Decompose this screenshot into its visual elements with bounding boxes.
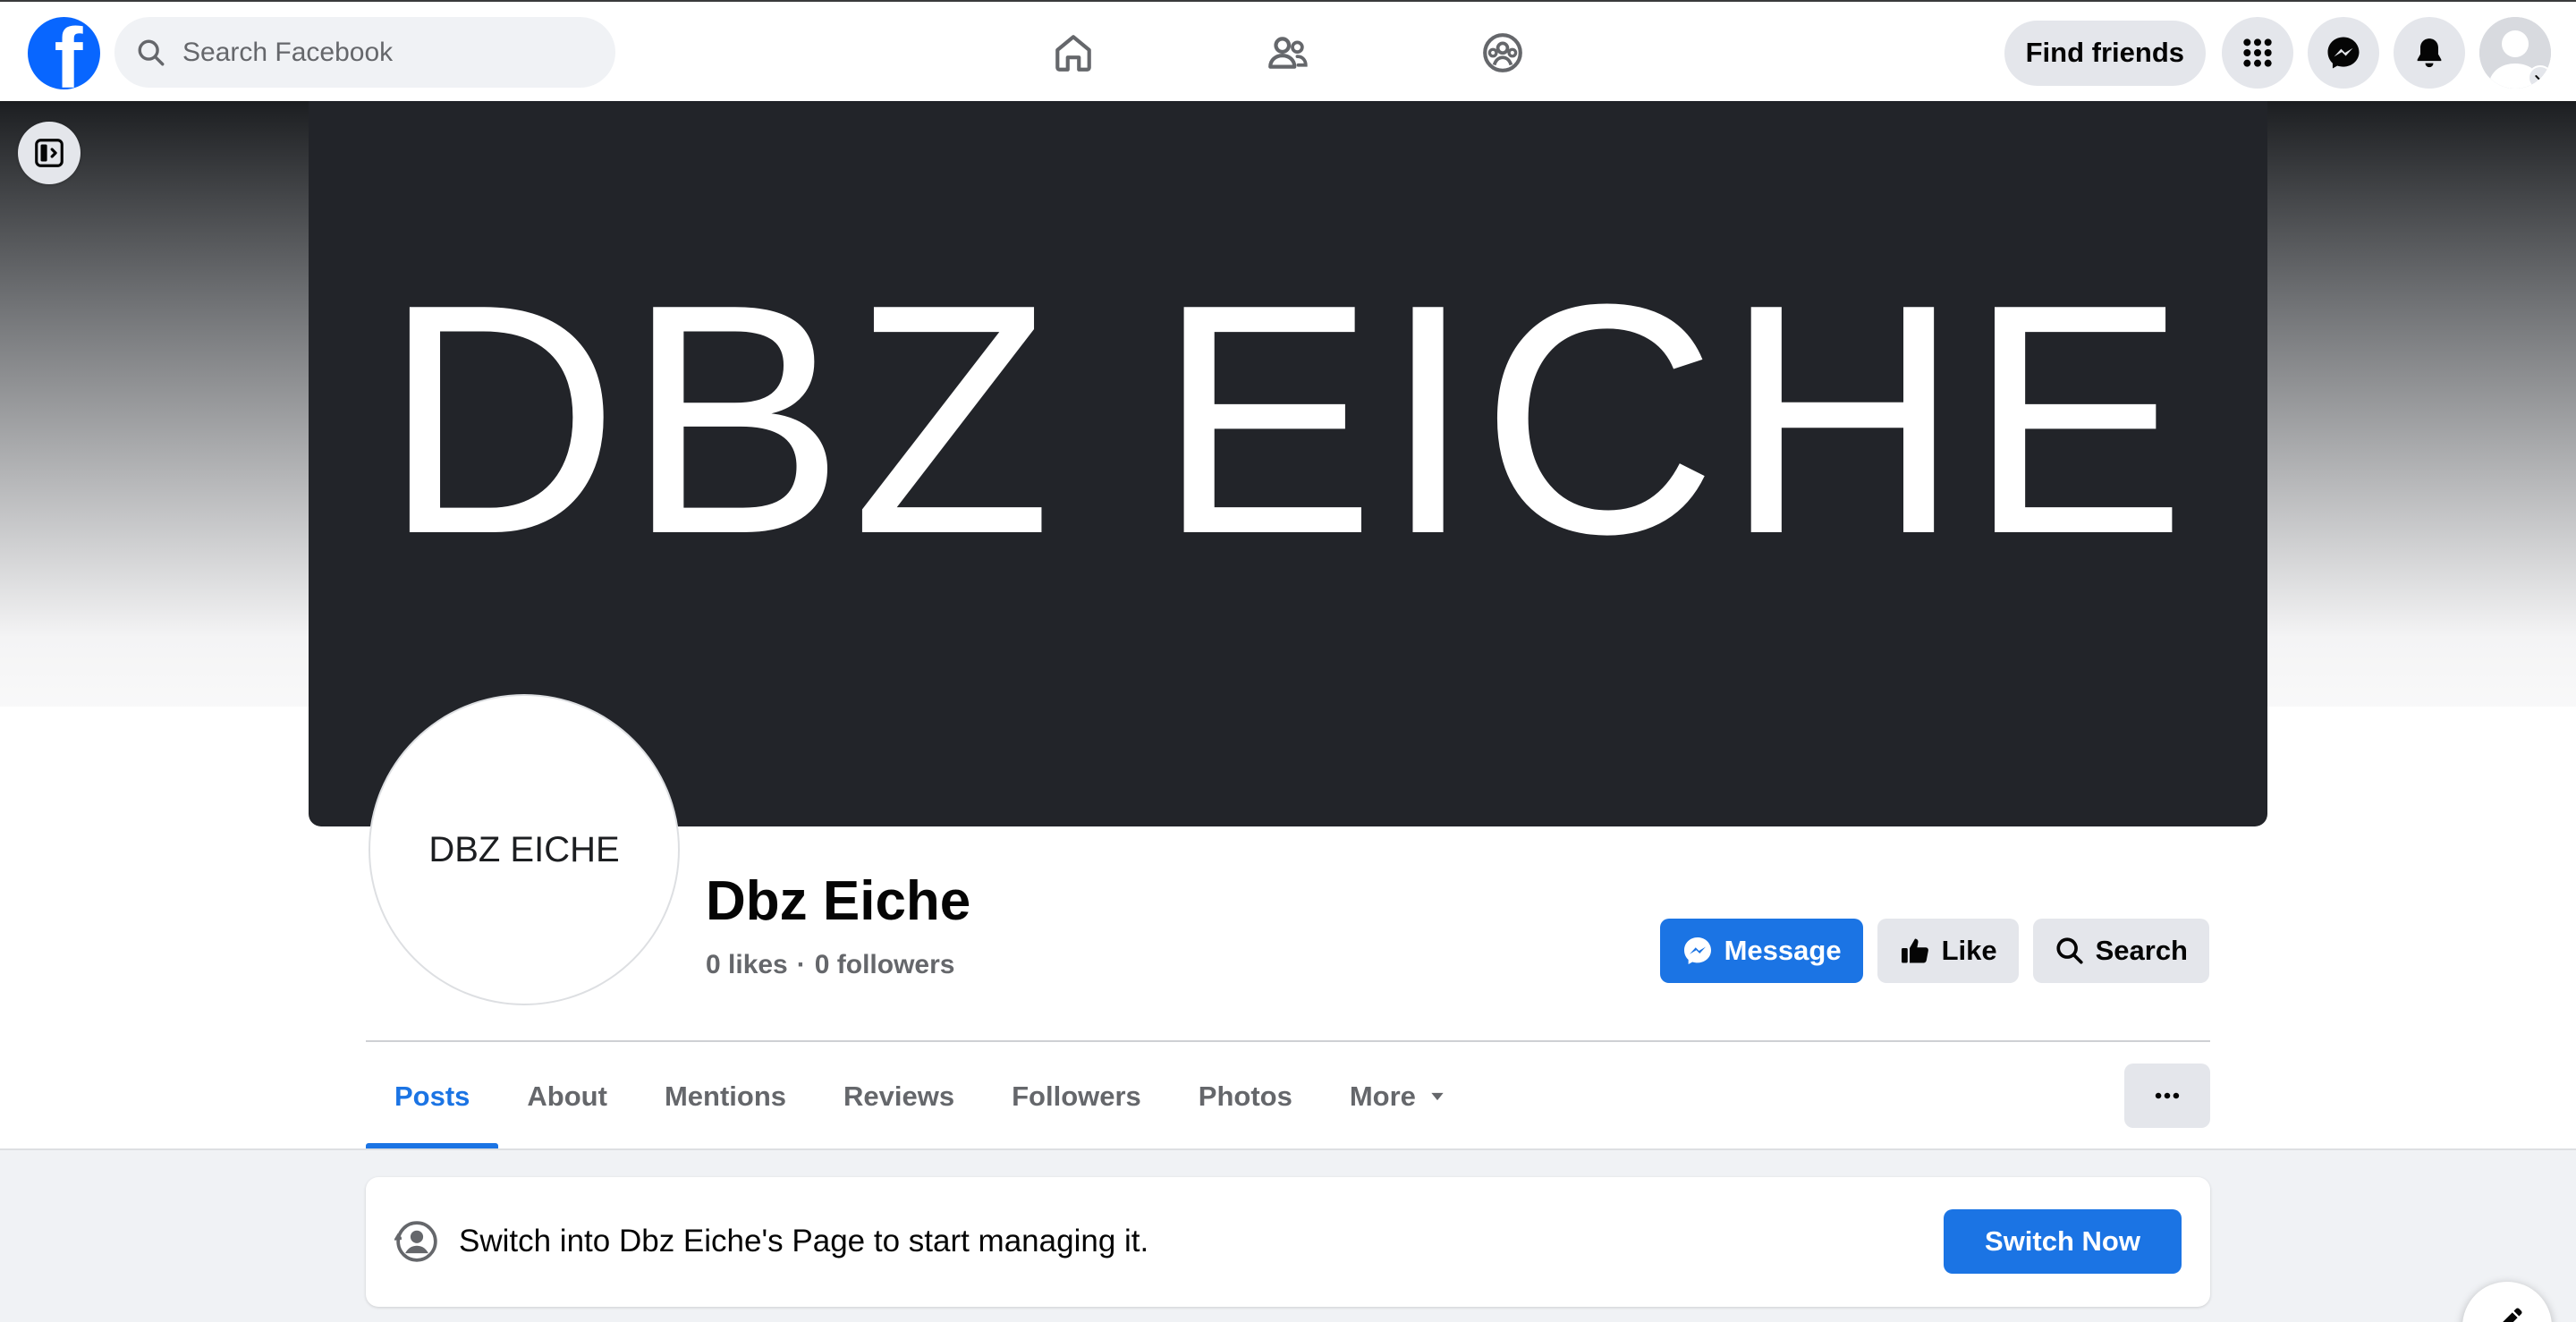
- search-input[interactable]: [182, 37, 594, 68]
- switch-now-button[interactable]: Switch Now: [1944, 1209, 2182, 1274]
- tab-label: Photos: [1198, 1080, 1292, 1112]
- nav-home[interactable]: [1033, 23, 1114, 82]
- sidebar-toggle-icon: [35, 139, 64, 167]
- top-navigation-bar: f Search Facebook Find friends: [0, 0, 2576, 101]
- search-button-label: Search: [2095, 935, 2188, 966]
- sidebar-toggle-button[interactable]: [18, 122, 80, 184]
- tab-label: More: [1349, 1080, 1416, 1112]
- page-tabs: Posts About Mentions Reviews Followers P…: [366, 1044, 1475, 1148]
- message-button[interactable]: Message: [1659, 919, 1863, 983]
- cover-photo-text: DBZ EICHE: [382, 236, 2194, 602]
- caret-down-icon: [1431, 1092, 1444, 1100]
- tab-label: Posts: [394, 1080, 470, 1112]
- tab-photos[interactable]: Photos: [1170, 1044, 1321, 1148]
- message-button-label: Message: [1724, 935, 1842, 966]
- page-stats: 0 likes · 0 followers: [706, 950, 954, 980]
- switch-banner-text: Switch into Dbz Eiche's Page to start ma…: [459, 1224, 1149, 1258]
- account-controls: Find friends: [2004, 17, 2551, 89]
- tab-label: Mentions: [664, 1080, 787, 1112]
- messenger-icon: [1683, 937, 1711, 964]
- main-nav: [1033, 23, 1543, 82]
- menu-grid-icon: [2243, 38, 2272, 67]
- more-options-icon: [2155, 1092, 2180, 1099]
- tab-about[interactable]: About: [498, 1044, 636, 1148]
- like-button[interactable]: Like: [1877, 919, 2019, 983]
- tab-reviews[interactable]: Reviews: [815, 1044, 983, 1148]
- profile-picture-text: DBZ EICHE: [428, 829, 620, 869]
- account-avatar[interactable]: [2479, 17, 2551, 89]
- menu-button[interactable]: [2222, 17, 2293, 89]
- messenger-icon: [2327, 37, 2360, 69]
- tab-posts[interactable]: Posts: [366, 1044, 499, 1148]
- tab-label: About: [527, 1080, 607, 1112]
- nav-friends[interactable]: [1248, 23, 1328, 82]
- find-friends-button[interactable]: Find friends: [2004, 20, 2206, 86]
- followers-count[interactable]: 0 followers: [815, 950, 955, 979]
- tab-more[interactable]: More: [1321, 1044, 1475, 1148]
- page-search-button[interactable]: Search: [2032, 919, 2209, 983]
- like-button-label: Like: [1941, 935, 1997, 966]
- nav-groups[interactable]: [1462, 23, 1543, 82]
- page-title: Dbz Eiche: [706, 870, 971, 932]
- messenger-button[interactable]: [2308, 17, 2379, 89]
- tab-mentions[interactable]: Mentions: [636, 1044, 815, 1148]
- tab-followers[interactable]: Followers: [983, 1044, 1170, 1148]
- page-actions: Message Like Search: [1646, 919, 2209, 983]
- header-bottom-border: [0, 1148, 2576, 1150]
- new-message-button[interactable]: [2462, 1282, 2552, 1322]
- search-icon: [138, 39, 165, 65]
- compose-icon: [2503, 1308, 2522, 1322]
- search-bar[interactable]: [114, 17, 615, 88]
- home-icon: [1055, 35, 1091, 72]
- notifications-icon: [2417, 38, 2442, 68]
- facebook-logo-icon[interactable]: f: [28, 17, 100, 89]
- friends-icon: [1268, 37, 1308, 69]
- search-icon: [2056, 937, 2083, 964]
- profile-picture[interactable]: DBZ EICHE: [370, 696, 678, 1004]
- thumbs-up-icon: [1901, 938, 1928, 963]
- switch-profile-icon: [394, 1221, 437, 1262]
- header-divider: [366, 1040, 2210, 1042]
- more-options-button[interactable]: [2124, 1064, 2210, 1128]
- likes-count[interactable]: 0 likes: [706, 950, 788, 979]
- stats-separator: ·: [796, 950, 806, 979]
- switch-profile-banner: Switch into Dbz Eiche's Page to start ma…: [366, 1177, 2210, 1307]
- tab-label: Followers: [1012, 1080, 1141, 1112]
- chevron-down-icon[interactable]: [2528, 65, 2551, 89]
- notifications-button[interactable]: [2394, 17, 2465, 89]
- tab-label: Reviews: [843, 1080, 955, 1112]
- groups-icon: [1483, 33, 1522, 72]
